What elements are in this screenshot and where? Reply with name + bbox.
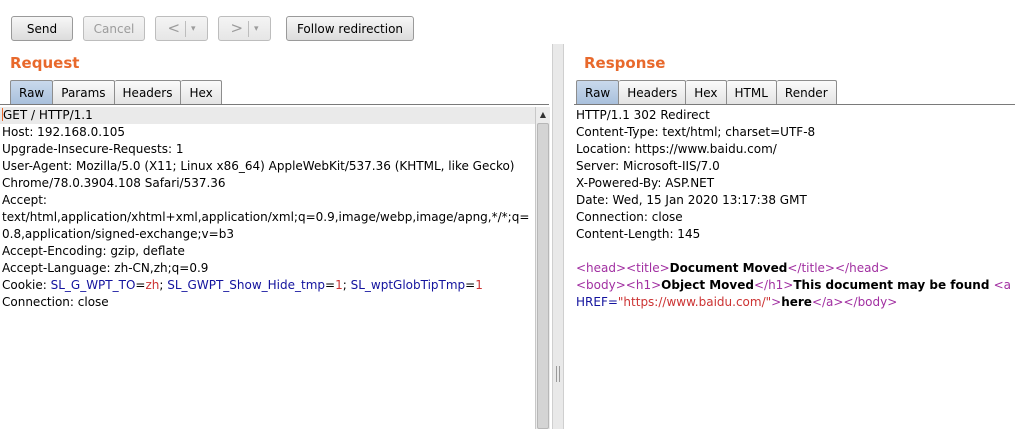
- request-line: Accept:: [2, 193, 47, 207]
- request-line: text/html,application/xhtml+xml,applicat…: [2, 210, 530, 224]
- tab-params[interactable]: Params: [53, 80, 115, 104]
- html-line: <body><h1>Object Moved</h1>This document…: [576, 278, 1012, 292]
- request-line: Accept-Encoding: gzip, deflate: [2, 244, 185, 258]
- request-line: Accept-Language: zh-CN,zh;q=0.9: [2, 261, 209, 275]
- chevron-right-icon: >: [230, 19, 244, 37]
- response-line: Date: Wed, 15 Jan 2020 13:17:38 GMT: [576, 193, 807, 207]
- request-tabs: Raw Params Headers Hex: [10, 80, 222, 104]
- html-line: <head><title>Document Moved</title></hea…: [576, 261, 890, 275]
- tab-headers[interactable]: Headers: [114, 80, 182, 104]
- request-line: GET / HTTP/1.1: [0, 107, 550, 124]
- response-line: Location: https://www.baidu.com/: [576, 142, 777, 156]
- html-line: HREF="https://www.baidu.com/">here</a></…: [576, 295, 898, 309]
- chevron-left-icon: <: [167, 19, 181, 37]
- scrollbar-thumb[interactable]: [537, 123, 549, 429]
- separator: [185, 20, 187, 37]
- request-line: Host: 192.168.0.105: [2, 125, 125, 139]
- response-line: Content-Type: text/html; charset=UTF-8: [576, 125, 816, 139]
- separator: [248, 20, 250, 37]
- request-title: Request: [10, 54, 80, 72]
- response-line: Connection: close: [576, 210, 683, 224]
- request-line: 0.8,application/signed-exchange;v=b3: [2, 227, 234, 241]
- response-line: X-Powered-By: ASP.NET: [576, 176, 715, 190]
- response-line: Server: Microsoft-IIS/7.0: [576, 159, 720, 173]
- response-line: Content-Length: 145: [576, 227, 701, 241]
- send-button[interactable]: Send: [11, 16, 73, 41]
- response-pane: Response Raw Headers Hex HTML Render HTT…: [564, 44, 1015, 429]
- request-line: Upgrade-Insecure-Requests: 1: [2, 142, 184, 156]
- chevron-down-icon[interactable]: ▾: [254, 24, 259, 34]
- follow-redirection-button[interactable]: Follow redirection: [286, 16, 414, 41]
- back-button[interactable]: < ▾: [155, 16, 208, 41]
- request-pane: Request Raw Params Headers Hex GET / HTT…: [0, 44, 552, 429]
- tab-raw[interactable]: Raw: [10, 80, 54, 104]
- pane-splitter[interactable]: [552, 44, 564, 429]
- cancel-button[interactable]: Cancel: [83, 16, 145, 41]
- tab-headers[interactable]: Headers: [619, 80, 687, 104]
- request-line: Connection: close: [2, 295, 109, 309]
- request-line: User-Agent: Mozilla/5.0 (X11; Linux x86_…: [2, 159, 515, 173]
- response-editor[interactable]: HTTP/1.1 302 Redirect Content-Type: text…: [574, 107, 1015, 429]
- tab-divider: [0, 104, 549, 105]
- grip-handle-icon[interactable]: [556, 366, 560, 382]
- response-line: HTTP/1.1 302 Redirect: [576, 108, 710, 122]
- tab-hex[interactable]: Hex: [181, 80, 222, 104]
- response-title: Response: [584, 54, 666, 72]
- request-editor[interactable]: GET / HTTP/1.1 Host: 192.168.0.105 Upgra…: [0, 107, 550, 429]
- toolbar: Send Cancel < ▾ > ▾ Follow redirection: [0, 0, 1015, 44]
- cookie-line: Cookie: SL_G_WPT_TO=zh; SL_GWPT_Show_Hid…: [2, 278, 483, 292]
- request-line: Chrome/78.0.3904.108 Safari/537.36: [2, 176, 226, 190]
- forward-button[interactable]: > ▾: [218, 16, 271, 41]
- tab-raw[interactable]: Raw: [576, 80, 620, 104]
- scroll-up-icon[interactable]: ▲: [536, 107, 550, 122]
- request-scrollbar[interactable]: ▲: [535, 107, 550, 429]
- tab-html[interactable]: HTML: [726, 80, 777, 104]
- tab-divider: [574, 104, 1015, 105]
- chevron-down-icon[interactable]: ▾: [191, 24, 196, 34]
- response-tabs: Raw Headers Hex HTML Render: [576, 80, 837, 104]
- tab-render[interactable]: Render: [776, 80, 837, 104]
- tab-hex[interactable]: Hex: [686, 80, 727, 104]
